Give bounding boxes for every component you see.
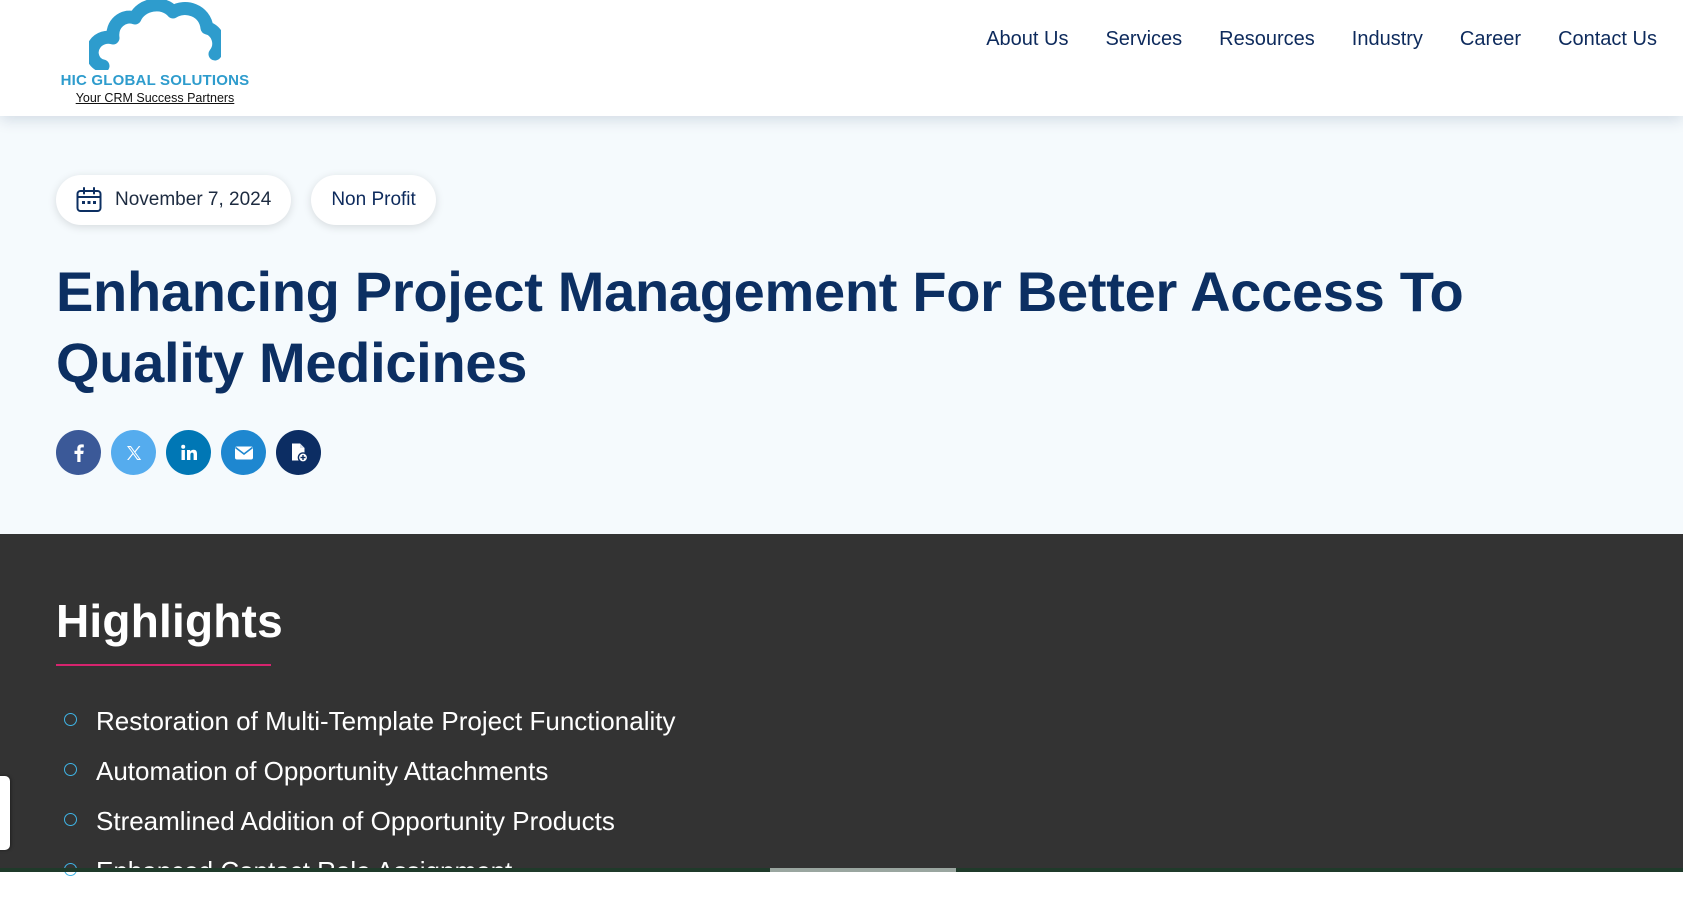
nav-career[interactable]: Career — [1460, 28, 1521, 51]
email-icon — [234, 446, 253, 459]
post-date-badge: November 7, 2024 — [56, 175, 292, 225]
nav-contact-us[interactable]: Contact Us — [1558, 28, 1657, 51]
main-nav: About Us Services Resources Industry Car… — [986, 28, 1657, 51]
list-item-text: Restoration of Multi-Template Project Fu… — [96, 706, 676, 736]
facebook-icon — [74, 443, 84, 462]
nav-services[interactable]: Services — [1105, 28, 1182, 51]
calendar-icon — [76, 187, 102, 212]
list-item: Restoration of Multi-Template Project Fu… — [62, 704, 675, 754]
post-hero: November 7, 2024 Non Profit Enhancing Pr… — [0, 116, 1683, 534]
highlights-title: Highlights — [56, 595, 283, 647]
share-email-button[interactable] — [221, 430, 266, 475]
site-logo[interactable]: HIC GLOBAL SOLUTIONS Your CRM Success Pa… — [50, 0, 260, 112]
nav-resources[interactable]: Resources — [1219, 28, 1315, 51]
page-title: Enhancing Project Management For Better … — [56, 260, 1464, 394]
circle-bullet-icon — [64, 763, 77, 776]
x-icon — [126, 445, 141, 460]
site-header: HIC GLOBAL SOLUTIONS Your CRM Success Pa… — [0, 0, 1683, 116]
list-item: Streamlined Addition of Opportunity Prod… — [62, 804, 675, 854]
share-buttons — [56, 430, 321, 475]
circle-bullet-icon — [64, 813, 77, 826]
post-date: November 7, 2024 — [115, 189, 272, 210]
save-pdf-button[interactable] — [276, 430, 321, 475]
cloud-logo-icon — [89, 0, 221, 70]
list-item-text: Streamlined Addition of Opportunity Prod… — [96, 806, 615, 836]
highlights-section: Highlights Restoration of Multi-Template… — [0, 534, 1683, 886]
list-item: Enhanced Contact Role Assignment — [62, 854, 675, 904]
post-category-tag[interactable]: Non Profit — [311, 175, 436, 225]
bottom-bar-highlight — [770, 868, 956, 872]
list-item: Automation of Opportunity Attachments — [62, 754, 675, 804]
share-linkedin-button[interactable] — [166, 430, 211, 475]
side-widget-tab[interactable] — [0, 776, 10, 850]
nav-about-us[interactable]: About Us — [986, 28, 1068, 51]
highlights-title-underline — [56, 664, 271, 666]
highlights-list: Restoration of Multi-Template Project Fu… — [62, 704, 675, 904]
post-meta: November 7, 2024 Non Profit — [56, 175, 436, 225]
brand-name: HIC GLOBAL SOLUTIONS — [60, 72, 250, 89]
share-facebook-button[interactable] — [56, 430, 101, 475]
pdf-icon — [291, 443, 308, 463]
linkedin-icon — [180, 444, 197, 460]
nav-industry[interactable]: Industry — [1352, 28, 1423, 51]
circle-bullet-icon — [64, 713, 77, 726]
share-x-button[interactable] — [111, 430, 156, 475]
list-item-text: Automation of Opportunity Attachments — [96, 756, 549, 786]
brand-tagline: Your CRM Success Partners — [75, 91, 235, 105]
